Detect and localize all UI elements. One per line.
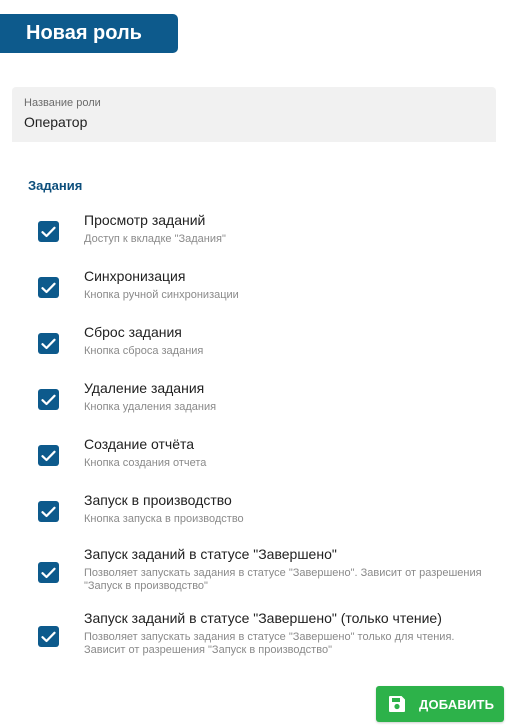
add-button[interactable]: ДОБАВИТЬ [376,686,504,722]
permission-title: Просмотр заданий [84,212,206,228]
permission-checkbox[interactable] [38,221,59,242]
permission-description: Кнопка сброса задания [84,345,204,357]
permission-title: Синхронизация [84,268,186,284]
page-title: Новая роль [0,14,178,53]
check-icon [41,282,56,293]
save-icon [389,696,405,712]
section-title-tasks: Задания [28,178,83,193]
permission-checkbox[interactable] [38,445,59,466]
role-name-input[interactable]: Оператор [24,113,484,132]
role-name-label: Название роли [24,97,101,109]
permission-checkbox[interactable] [38,562,59,583]
permission-title: Запуск в производство [84,492,232,508]
permission-title: Сброс задания [84,324,182,340]
check-icon [41,450,56,461]
permission-checkbox[interactable] [38,333,59,354]
check-icon [41,631,56,642]
permission-title: Удаление задания [84,380,205,396]
permission-checkbox[interactable] [38,389,59,410]
check-icon [41,338,56,349]
permission-description: Позволяет запускать задания в статусе "З… [84,631,455,656]
permission-checkbox[interactable] [38,501,59,522]
permission-checkbox[interactable] [38,626,59,647]
permission-description: Кнопка создания отчета [84,457,207,469]
permission-description: Доступ к вкладке "Задания" [84,233,226,245]
check-icon [41,506,56,517]
role-name-field[interactable]: Название роли Оператор [12,87,496,142]
check-icon [41,226,56,237]
permission-title: Создание отчёта [84,436,195,452]
permission-title: Запуск заданий в статусе "Завершено" [84,546,337,562]
permission-description: Кнопка удаления задания [84,401,217,413]
check-icon [41,567,56,578]
permission-description: Кнопка запуска в производство [84,513,244,525]
permission-checkbox[interactable] [38,277,59,298]
permission-description: Кнопка ручной синхронизации [84,289,239,301]
permission-description: Позволяет запускать задания в статусе "З… [84,567,482,592]
permission-title: Запуск заданий в статусе "Завершено" (то… [84,610,442,626]
check-icon [41,394,56,405]
add-button-label: ДОБАВИТЬ [419,696,495,712]
